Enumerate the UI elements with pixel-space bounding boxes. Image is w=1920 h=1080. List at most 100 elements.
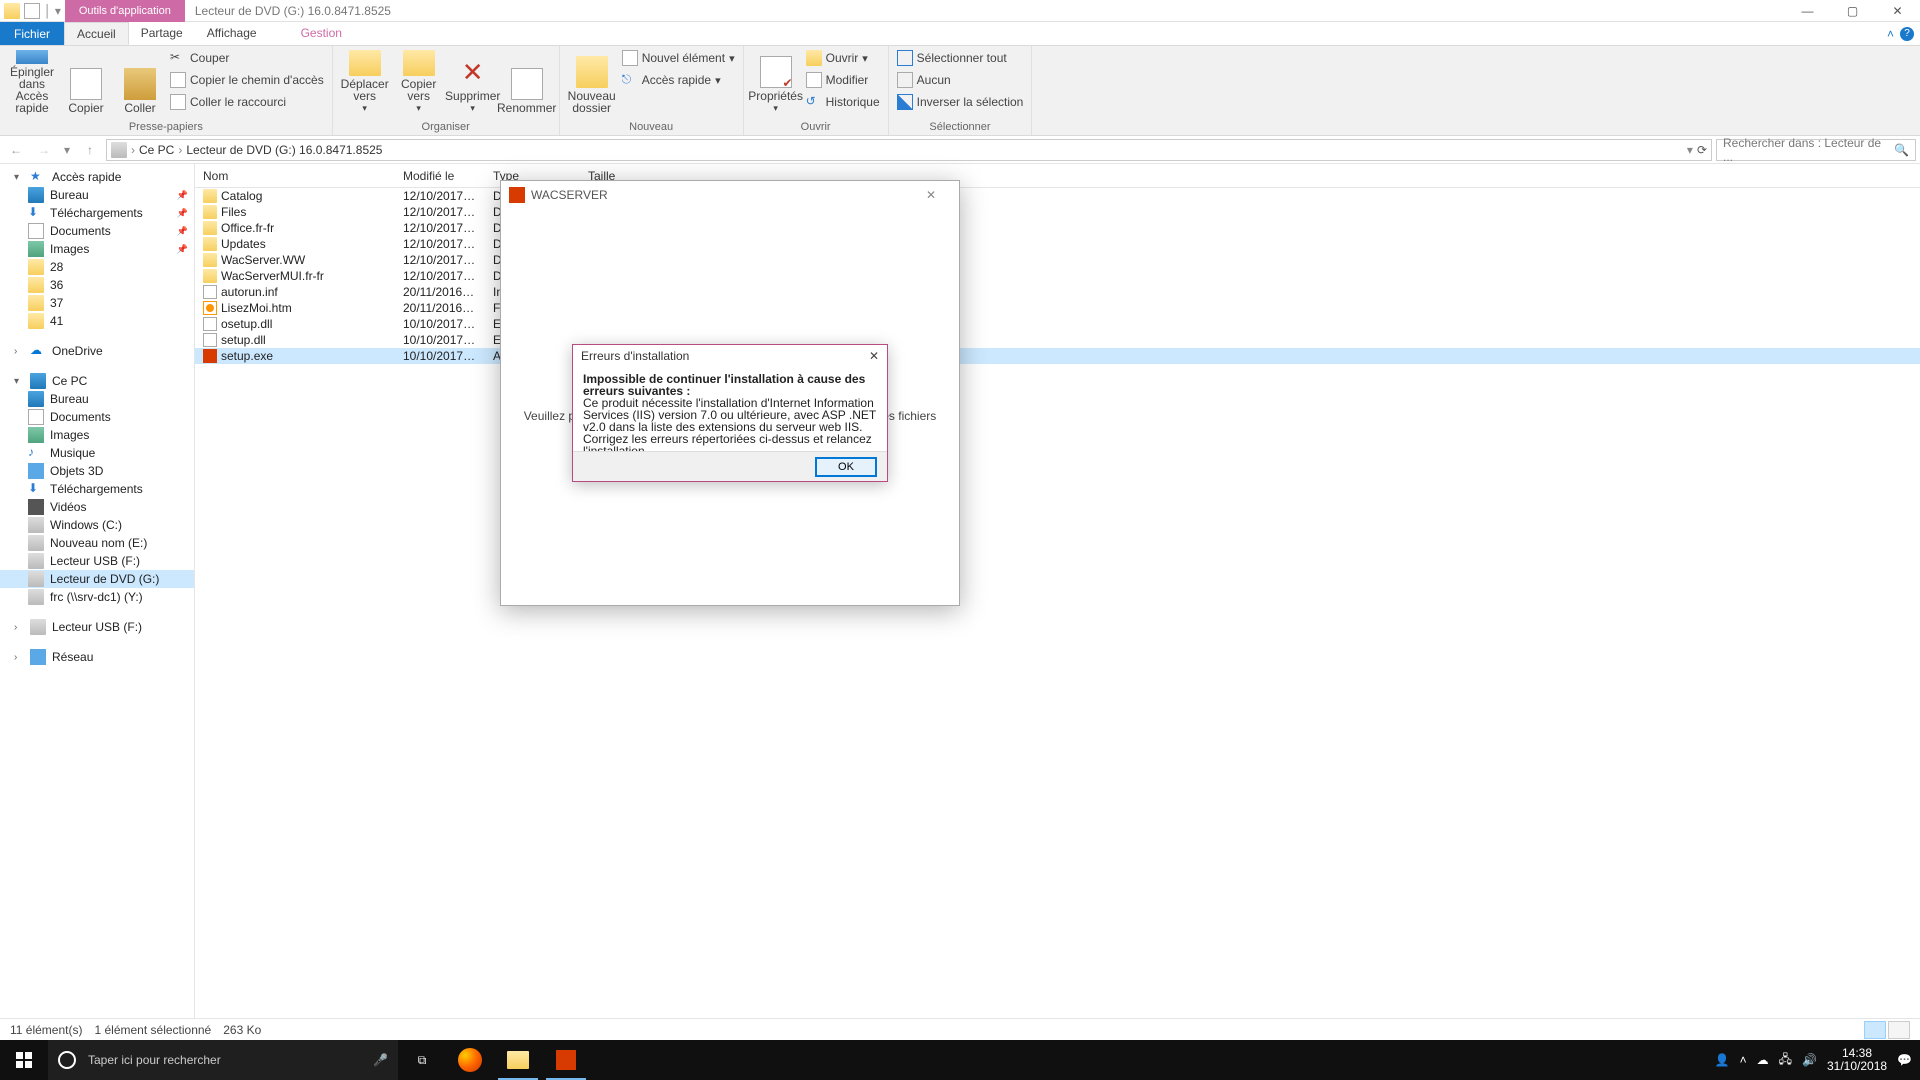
table-row[interactable]: Files12/10/2017 08:40Dossier de fichiers xyxy=(195,204,1920,220)
history-button[interactable]: ↺Historique xyxy=(806,92,880,112)
table-row[interactable]: WacServerMUI.fr-fr12/10/2017 08:40Dossie… xyxy=(195,268,1920,284)
tab-share[interactable]: Partage xyxy=(129,22,195,45)
nav-pc-downloads[interactable]: ⬇Téléchargements xyxy=(0,480,194,498)
copy-path-button[interactable]: Copier le chemin d'accès xyxy=(170,70,324,90)
new-item-button[interactable]: Nouvel élément ▾ xyxy=(622,48,735,68)
table-row[interactable]: setup.exe10/10/2017 10:40Application xyxy=(195,348,1920,364)
nav-pc-3d[interactable]: Objets 3D xyxy=(0,462,194,480)
nav-pc-images[interactable]: Images xyxy=(0,426,194,444)
edit-button[interactable]: Modifier xyxy=(806,70,880,90)
rename-button[interactable]: Renommer xyxy=(503,48,551,116)
col-modified[interactable]: Modifié le xyxy=(395,169,485,183)
tab-home[interactable]: Accueil xyxy=(64,22,129,45)
nav-usb-f[interactable]: ›Lecteur USB (F:) xyxy=(0,618,194,636)
new-folder-button[interactable]: Nouveau dossier xyxy=(568,48,616,116)
help-icon[interactable]: ? xyxy=(1900,27,1914,41)
taskbar-setup[interactable] xyxy=(542,1040,590,1080)
select-none-button[interactable]: Aucun xyxy=(897,70,1024,90)
task-view-button[interactable]: ⧉ xyxy=(398,1040,446,1080)
close-button[interactable]: ✕ xyxy=(1875,0,1920,22)
nav-pc-videos[interactable]: Vidéos xyxy=(0,498,194,516)
nav-pc-documents[interactable]: Documents xyxy=(0,408,194,426)
crumb-pc[interactable]: Ce PC xyxy=(139,143,174,157)
mic-icon[interactable]: 🎤 xyxy=(373,1053,388,1067)
view-icons-button[interactable] xyxy=(1888,1021,1910,1039)
tab-manage[interactable]: Gestion xyxy=(289,22,354,45)
action-center-icon[interactable]: 💬 xyxy=(1897,1053,1912,1067)
nav-pc-g[interactable]: Lecteur de DVD (G:) xyxy=(0,570,194,588)
open-button[interactable]: Ouvrir ▾ xyxy=(806,48,880,68)
copy-button[interactable]: Copier xyxy=(62,48,110,116)
nav-downloads[interactable]: ⬇Téléchargements📌 xyxy=(0,204,194,222)
table-row[interactable]: Catalog12/10/2017 08:40Dossier de fichie… xyxy=(195,188,1920,204)
nav-28[interactable]: 28 xyxy=(0,258,194,276)
onedrive-tray-icon[interactable]: ☁ xyxy=(1757,1053,1769,1067)
nav-37[interactable]: 37 xyxy=(0,294,194,312)
table-row[interactable]: Office.fr-fr12/10/2017 08:40Dossier de f… xyxy=(195,220,1920,236)
nav-desktop[interactable]: Bureau📌 xyxy=(0,186,194,204)
table-row[interactable]: WacServer.WW12/10/2017 08:40Dossier de f… xyxy=(195,252,1920,268)
table-row[interactable]: setup.dll10/10/2017 10:40Extension de l'… xyxy=(195,332,1920,348)
nav-network[interactable]: ›Réseau xyxy=(0,648,194,666)
column-headers[interactable]: Nom Modifié le Type Taille xyxy=(195,164,1920,188)
nav-pc-desktop[interactable]: Bureau xyxy=(0,390,194,408)
cut-button[interactable]: ✂Couper xyxy=(170,48,324,68)
group-open: Ouvrir xyxy=(752,119,880,133)
network-tray-icon[interactable]: 🖧 xyxy=(1779,1050,1792,1071)
easy-access-button[interactable]: ⎋Accès rapide ▾ xyxy=(622,70,735,90)
error-close-button[interactable]: ✕ xyxy=(869,349,879,363)
col-name[interactable]: Nom xyxy=(195,169,395,183)
refresh-icon[interactable]: ⟳ xyxy=(1697,143,1707,157)
nav-pc-c[interactable]: Windows (C:) xyxy=(0,516,194,534)
minimize-button[interactable]: — xyxy=(1785,0,1830,22)
paste-shortcut-button[interactable]: Coller le raccourci xyxy=(170,92,324,112)
nav-pc-music[interactable]: ♪Musique xyxy=(0,444,194,462)
pin-button[interactable]: Épingler dans Accès rapide xyxy=(8,48,56,116)
delete-button[interactable]: ✕Supprimer▾ xyxy=(449,48,497,116)
nav-thispc[interactable]: ▾Ce PC xyxy=(0,372,194,390)
back-button[interactable]: ← xyxy=(4,138,28,162)
tab-file[interactable]: Fichier xyxy=(0,22,64,45)
ribbon-collapse-icon[interactable]: ˄ xyxy=(1887,27,1894,41)
tab-view[interactable]: Affichage xyxy=(195,22,269,45)
table-row[interactable]: LisezMoi.htm20/11/2016 22:08Firefox HTML… xyxy=(195,300,1920,316)
forward-button[interactable]: → xyxy=(32,138,56,162)
volume-icon[interactable]: 🔊 xyxy=(1802,1053,1817,1067)
search-input[interactable]: Rechercher dans : Lecteur de ... 🔍 xyxy=(1716,139,1916,161)
copy-to-button[interactable]: Copier vers▾ xyxy=(395,48,443,116)
nav-quick-access[interactable]: ▾★Accès rapide xyxy=(0,168,194,186)
nav-36[interactable]: 36 xyxy=(0,276,194,294)
clock[interactable]: 14:38 31/10/2018 xyxy=(1827,1047,1887,1073)
table-row[interactable]: Updates12/10/2017 08:40Dossier de fichie… xyxy=(195,236,1920,252)
tray-chevron-icon[interactable]: ˄ xyxy=(1740,1053,1747,1067)
recent-button[interactable]: ▾ xyxy=(60,138,74,162)
table-row[interactable]: autorun.inf20/11/2016 22:47Informations … xyxy=(195,284,1920,300)
crumb-drive[interactable]: Lecteur de DVD (G:) 16.0.8471.8525 xyxy=(186,143,382,157)
people-icon[interactable]: 👤 xyxy=(1715,1053,1730,1067)
nav-pc-e[interactable]: Nouveau nom (E:) xyxy=(0,534,194,552)
maximize-button[interactable]: ▢ xyxy=(1830,0,1875,22)
qat-icon[interactable] xyxy=(24,3,40,19)
breadcrumb[interactable]: › Ce PC › Lecteur de DVD (G:) 16.0.8471.… xyxy=(106,139,1712,161)
view-details-button[interactable] xyxy=(1864,1021,1886,1039)
taskbar-explorer[interactable] xyxy=(494,1040,542,1080)
nav-onedrive[interactable]: ›☁OneDrive xyxy=(0,342,194,360)
properties-button[interactable]: ✔Propriétés▾ xyxy=(752,48,800,116)
ok-button[interactable]: OK xyxy=(815,457,877,477)
breadcrumb-dropdown-icon[interactable]: ▾ xyxy=(1687,143,1693,157)
up-button[interactable]: ↑ xyxy=(78,138,102,162)
nav-documents[interactable]: Documents📌 xyxy=(0,222,194,240)
move-to-button[interactable]: Déplacer vers▾ xyxy=(341,48,389,116)
invert-selection-button[interactable]: Inverser la sélection xyxy=(897,92,1024,112)
nav-pc-y[interactable]: frc (\\srv-dc1) (Y:) xyxy=(0,588,194,606)
nav-images[interactable]: Images📌 xyxy=(0,240,194,258)
paste-button[interactable]: Coller xyxy=(116,48,164,116)
table-row[interactable]: osetup.dll10/10/2017 10:40Extension de l… xyxy=(195,316,1920,332)
nav-41[interactable]: 41 xyxy=(0,312,194,330)
wac-close-button[interactable]: ✕ xyxy=(911,188,951,202)
nav-pc-f[interactable]: Lecteur USB (F:) xyxy=(0,552,194,570)
start-button[interactable] xyxy=(0,1040,48,1080)
taskbar-search[interactable]: Taper ici pour rechercher 🎤 xyxy=(48,1040,398,1080)
select-all-button[interactable]: Sélectionner tout xyxy=(897,48,1024,68)
taskbar-firefox[interactable] xyxy=(446,1040,494,1080)
